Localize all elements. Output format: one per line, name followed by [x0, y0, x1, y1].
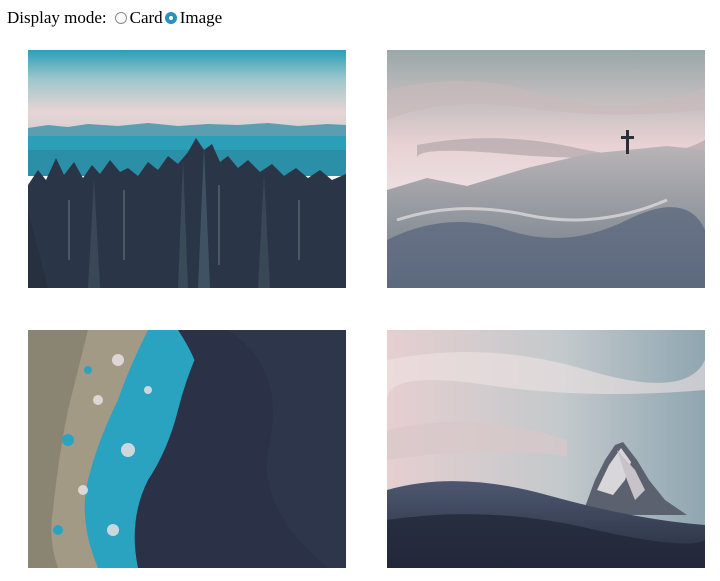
image-tile-matterhorn[interactable]: [387, 330, 705, 568]
snowy-ridge-image: [387, 50, 705, 288]
image-tile-aerial-coastline[interactable]: [28, 330, 346, 568]
image-grid: [0, 0, 720, 581]
image-tile-forest-lake[interactable]: [28, 50, 346, 288]
matterhorn-image: [387, 330, 705, 568]
forest-lake-image: [28, 50, 346, 288]
image-tile-snowy-ridge-cross[interactable]: [387, 50, 705, 288]
aerial-coastline-image: [28, 330, 346, 568]
